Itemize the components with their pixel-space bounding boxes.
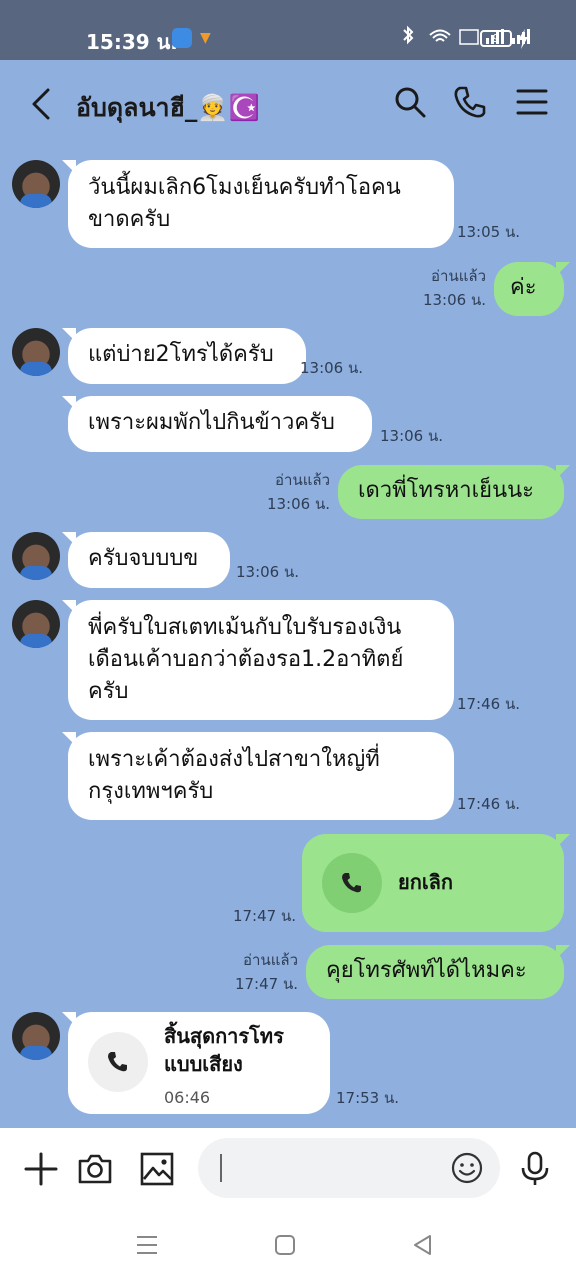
- message-time: 13:06 น.: [422, 291, 486, 309]
- message-time: 17:47 น.: [232, 907, 296, 925]
- message-bubble-outgoing[interactable]: เดวพี่โทรหาเย็นนะ: [338, 465, 570, 519]
- chat-header: อับดุลนาฮี_👳☪️: [0, 60, 576, 146]
- image-icon[interactable]: [138, 1150, 176, 1188]
- app-notification-icon: [172, 28, 192, 48]
- message-bubble-incoming[interactable]: เพราะเค้าต้องส่งไปสาขาใหญ่ที่ กรุงเทพฯคร…: [62, 732, 454, 820]
- camera-icon[interactable]: [76, 1150, 114, 1188]
- message-bubble-outgoing[interactable]: คุยโทรศัพท์ได้ไหมคะ: [306, 945, 570, 999]
- battery-indicator: 9: [480, 30, 512, 47]
- app-notification-icon-2: ▼: [200, 30, 211, 46]
- read-receipt: อ่านแล้ว: [431, 267, 486, 285]
- message-bubble-incoming[interactable]: เพราะผมพักไปกินข้าวครับ: [62, 396, 372, 452]
- text-caret: [220, 1154, 222, 1182]
- back-nav-icon[interactable]: [410, 1232, 436, 1258]
- emoji-icon[interactable]: [450, 1151, 484, 1185]
- message-time: 13:06 น.: [380, 427, 444, 445]
- system-nav-bar: [0, 1210, 576, 1280]
- phone-icon[interactable]: [452, 84, 488, 120]
- message-bubble-incoming[interactable]: ครับจบบบข: [62, 532, 230, 588]
- avatar[interactable]: [12, 328, 60, 376]
- call-card-outgoing[interactable]: ยกเลิก: [302, 834, 570, 932]
- call-label: ยกเลิก: [398, 870, 454, 894]
- read-receipt: อ่านแล้ว: [243, 951, 298, 969]
- call-duration: 06:46: [164, 1088, 211, 1107]
- message-time: 17:46 น.: [456, 795, 520, 813]
- message-input-bar: [0, 1128, 576, 1210]
- charging-icon: [518, 29, 528, 49]
- avatar[interactable]: [12, 1012, 60, 1060]
- message-time: 17:47 น.: [234, 975, 298, 993]
- message-time: 13:06 น.: [300, 359, 364, 377]
- message-bubble-outgoing[interactable]: ค่ะ: [494, 262, 570, 316]
- message-time: 17:46 น.: [456, 695, 520, 713]
- call-label: สิ้นสุดการโทร แบบเสียง: [164, 1024, 284, 1076]
- message-time: 13:05 น.: [456, 223, 520, 241]
- avatar[interactable]: [12, 532, 60, 580]
- avatar[interactable]: [12, 600, 60, 648]
- chat-title[interactable]: อับดุลนาฮี_👳☪️: [76, 88, 260, 128]
- status-bar: 15:39 น. ▼ 9: [0, 0, 576, 60]
- message-time: 13:06 น.: [236, 563, 300, 581]
- avatar[interactable]: [12, 160, 60, 208]
- call-card-incoming[interactable]: สิ้นสุดการโทร แบบเสียง 06:46: [62, 1012, 330, 1114]
- message-time: 13:06 น.: [266, 495, 330, 513]
- message-bubble-incoming[interactable]: พี่ครับใบสเตทเม้นกับใบรับรองเงิน เดือนเค…: [62, 600, 454, 720]
- home-icon[interactable]: [272, 1232, 298, 1258]
- recents-icon[interactable]: [134, 1232, 160, 1258]
- status-time: 15:39 น.: [86, 30, 178, 54]
- plus-icon[interactable]: [22, 1150, 60, 1188]
- message-input[interactable]: [198, 1138, 500, 1198]
- read-receipt: อ่านแล้ว: [275, 471, 330, 489]
- back-icon[interactable]: [26, 84, 56, 124]
- search-icon[interactable]: [392, 84, 428, 120]
- mic-icon[interactable]: [516, 1150, 554, 1188]
- call-icon-circle: [88, 1032, 148, 1092]
- message-time: 17:53 น.: [336, 1089, 400, 1107]
- menu-icon[interactable]: [514, 84, 550, 120]
- phone-icon: [108, 1052, 127, 1072]
- phone-icon: [342, 873, 361, 893]
- message-bubble-incoming[interactable]: แต่บ่าย2โทรได้ครับ: [62, 328, 306, 384]
- message-bubble-incoming[interactable]: วันนี้ผมเลิก6โมงเย็นครับทำโอคน ขาดครับ: [62, 160, 454, 248]
- call-icon-circle: [322, 853, 382, 913]
